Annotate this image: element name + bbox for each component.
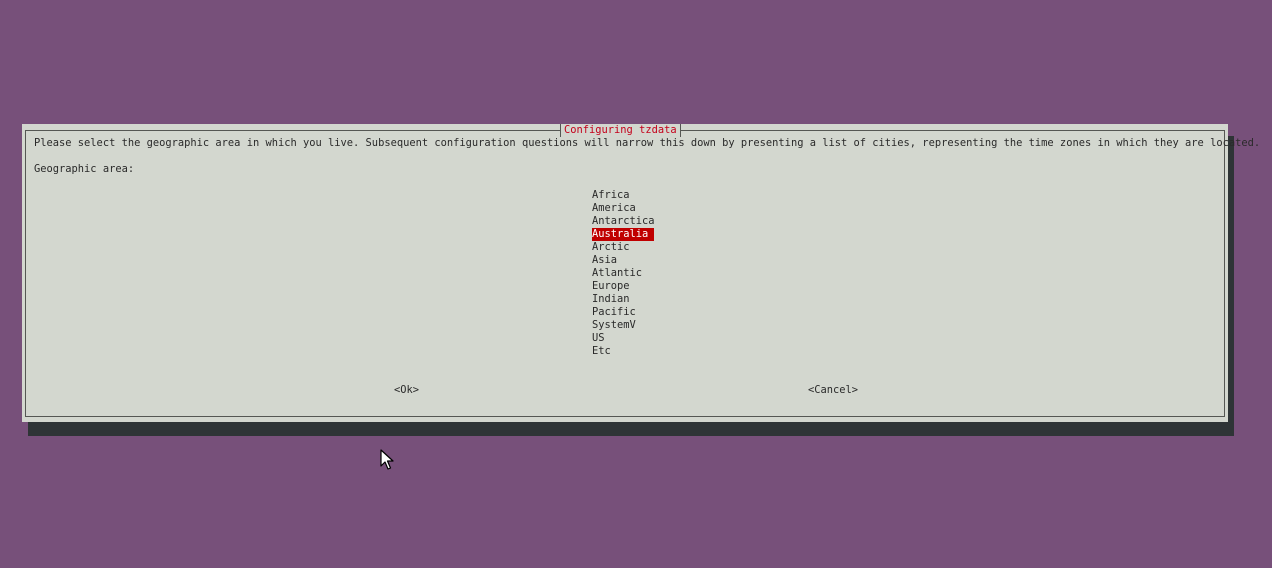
list-item-arctic[interactable]: Arctic [592, 241, 654, 254]
ok-button[interactable]: <Ok> [394, 384, 419, 397]
list-item-america[interactable]: America [592, 202, 654, 215]
list-item-australia[interactable]: Australia [592, 228, 654, 241]
list-item-europe[interactable]: Europe [592, 280, 654, 293]
geographic-area-label: Geographic area: [34, 163, 135, 175]
list-item-indian[interactable]: Indian [592, 293, 654, 306]
list-item-asia[interactable]: Asia [592, 254, 654, 267]
list-item-systemv[interactable]: SystemV [592, 319, 654, 332]
list-item-us[interactable]: US [592, 332, 654, 345]
cancel-button[interactable]: <Cancel> [808, 384, 858, 397]
tzdata-config-dialog: Configuring tzdata Please select the geo… [22, 124, 1261, 422]
dialog-message: Please select the geographic area in whi… [34, 137, 1261, 149]
list-item-africa[interactable]: Africa [592, 189, 654, 202]
list-item-atlantic[interactable]: Atlantic [592, 267, 654, 280]
mouse-cursor-icon [380, 449, 394, 470]
list-item-etc[interactable]: Etc [592, 345, 654, 358]
list-item-antarctica[interactable]: Antarctica [592, 215, 655, 228]
dialog-title: Configuring tzdata [560, 124, 681, 137]
list-item-pacific[interactable]: Pacific [592, 306, 654, 319]
geographic-area-list[interactable]: Africa America Antarctica Australia Arctic As… [592, 189, 655, 358]
